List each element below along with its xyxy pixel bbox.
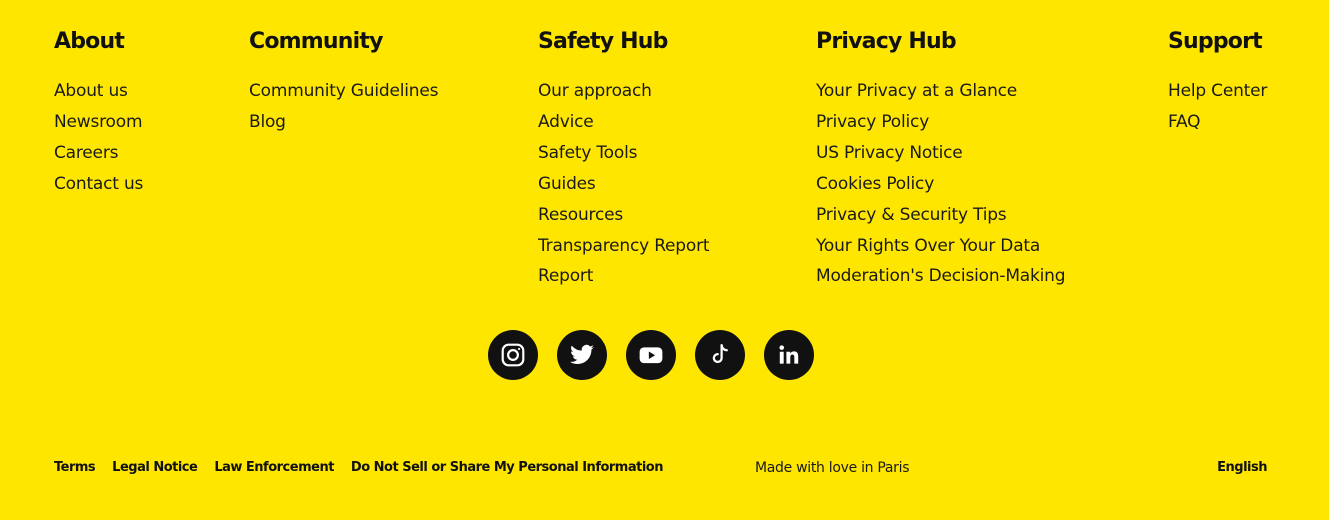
link-safety-tools[interactable]: Safety Tools [538, 143, 637, 163]
legal-links: Terms Legal Notice Law Enforcement Do No… [54, 460, 680, 475]
footer-column-about: About About us Newsroom Careers Contact … [54, 28, 143, 200]
column-heading-privacy-hub: Privacy Hub [816, 29, 957, 54]
made-with-love-text: Made with love in Paris [755, 460, 910, 476]
link-guides[interactable]: Guides [538, 174, 596, 194]
twitter-icon [570, 344, 594, 364]
link-law-enforcement[interactable]: Law Enforcement [214, 460, 334, 475]
link-transparency-report[interactable]: Transparency Report [538, 236, 710, 256]
link-help-center[interactable]: Help Center [1168, 81, 1267, 101]
linkedin-icon [779, 345, 799, 364]
column-heading-safety-hub: Safety Hub [538, 29, 668, 54]
column-heading-about: About [54, 29, 125, 54]
link-do-not-sell[interactable]: Do Not Sell or Share My Personal Informa… [351, 460, 664, 475]
youtube-icon [639, 347, 663, 364]
link-community-guidelines[interactable]: Community Guidelines [249, 81, 438, 101]
instagram-icon [501, 343, 525, 367]
column-heading-community: Community [249, 29, 383, 54]
link-terms[interactable]: Terms [54, 460, 96, 475]
site-footer: About About us Newsroom Careers Contact … [0, 0, 1329, 520]
language-selector[interactable]: English [1217, 460, 1267, 475]
link-careers[interactable]: Careers [54, 143, 118, 163]
footer-column-safety-hub: Safety Hub Our approach Advice Safety To… [538, 28, 710, 292]
social-links [488, 330, 828, 380]
footer-bottom-bar: Terms Legal Notice Law Enforcement Do No… [54, 460, 1267, 480]
footer-column-support: Support Help Center FAQ [1168, 28, 1267, 138]
link-privacy-security-tips[interactable]: Privacy & Security Tips [816, 205, 1007, 225]
link-legal-notice[interactable]: Legal Notice [112, 460, 198, 475]
link-privacy-policy[interactable]: Privacy Policy [816, 112, 929, 132]
link-resources[interactable]: Resources [538, 205, 623, 225]
linkedin-button[interactable] [764, 330, 814, 380]
link-us-privacy-notice[interactable]: US Privacy Notice [816, 143, 963, 163]
column-heading-support: Support [1168, 29, 1263, 54]
link-faq[interactable]: FAQ [1168, 112, 1201, 132]
link-contact-us[interactable]: Contact us [54, 174, 143, 194]
link-about-us[interactable]: About us [54, 81, 128, 101]
link-report[interactable]: Report [538, 266, 593, 286]
link-moderation-decision-making[interactable]: Moderation's Decision-Making [816, 266, 1066, 286]
footer-column-privacy-hub: Privacy Hub Your Privacy at a Glance Pri… [816, 28, 1066, 292]
link-privacy-at-a-glance[interactable]: Your Privacy at a Glance [816, 81, 1017, 101]
link-advice[interactable]: Advice [538, 112, 594, 132]
link-our-approach[interactable]: Our approach [538, 81, 652, 101]
tiktok-icon [712, 344, 728, 364]
link-your-rights-over-your-data[interactable]: Your Rights Over Your Data [816, 236, 1040, 256]
link-blog[interactable]: Blog [249, 112, 286, 132]
youtube-button[interactable] [626, 330, 676, 380]
instagram-button[interactable] [488, 330, 538, 380]
footer-column-community: Community Community Guidelines Blog [249, 28, 438, 138]
link-newsroom[interactable]: Newsroom [54, 112, 143, 132]
tiktok-button[interactable] [695, 330, 745, 380]
link-cookies-policy[interactable]: Cookies Policy [816, 174, 934, 194]
twitter-button[interactable] [557, 330, 607, 380]
